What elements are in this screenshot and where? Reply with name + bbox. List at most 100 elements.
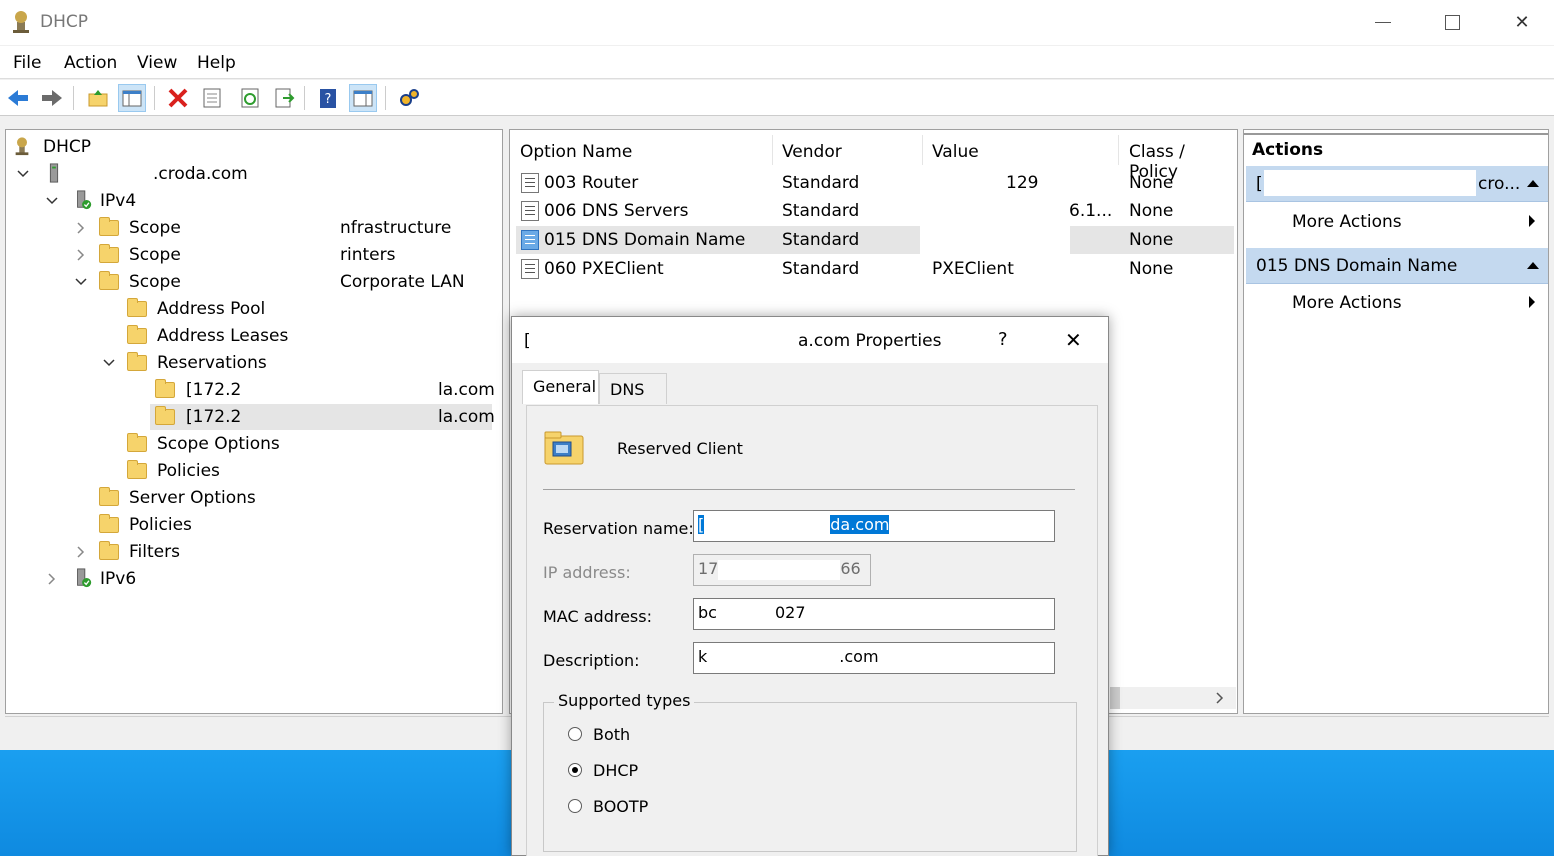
- maximize-button[interactable]: [1429, 0, 1475, 45]
- tree-item-server[interactable]: .croda.com: [6, 161, 502, 187]
- horizontal-scrollbar[interactable]: [1110, 687, 1236, 709]
- menu-action[interactable]: Action: [64, 53, 117, 73]
- chevron-down-icon[interactable]: [102, 356, 116, 370]
- description-input[interactable]: k .com: [693, 642, 1055, 674]
- dialog-help-button[interactable]: ?: [998, 329, 1008, 350]
- reservation-name-label: Reservation name:: [543, 519, 694, 538]
- tree-label: IPv6: [100, 569, 137, 589]
- show-hide-console-tree-button[interactable]: [118, 84, 146, 112]
- tree-item-dhcp[interactable]: DHCP: [6, 134, 502, 160]
- radio-bootp-label[interactable]: BOOTP: [593, 797, 648, 816]
- more-actions-2[interactable]: More Actions: [1292, 293, 1402, 313]
- reservation-client-icon: [155, 379, 175, 400]
- reservation-name-input[interactable]: [da.com: [693, 510, 1055, 542]
- policies-icon: [99, 514, 119, 535]
- scroll-right-icon[interactable]: [1214, 692, 1226, 704]
- minimize-button[interactable]: [1360, 0, 1406, 45]
- refresh-button[interactable]: [236, 84, 264, 112]
- tree-item-address-pool[interactable]: Address Pool: [6, 296, 502, 322]
- menu-file[interactable]: File: [13, 53, 41, 73]
- help-button[interactable]: ?: [314, 84, 342, 112]
- forward-button[interactable]: [38, 84, 66, 112]
- collapse-icon[interactable]: [1527, 180, 1539, 187]
- chevron-right-icon[interactable]: [74, 545, 88, 559]
- column-header-option-name[interactable]: Option Name: [520, 142, 632, 162]
- tree-item-scope-policies[interactable]: Policies: [6, 458, 502, 484]
- menu-view[interactable]: View: [137, 53, 177, 73]
- chevron-down-icon[interactable]: [16, 167, 30, 181]
- close-button[interactable]: ✕: [1499, 0, 1545, 45]
- back-button[interactable]: [4, 84, 32, 112]
- tree-item-scope-infrastructure[interactable]: Scope nfrastructure: [6, 215, 502, 241]
- radio-bootp[interactable]: [568, 799, 582, 813]
- general-tab-content: Reserved Client Reservation name: [da.co…: [526, 405, 1098, 856]
- tree-item-ipv4[interactable]: IPv4: [6, 188, 502, 214]
- cell-option-name: 060 PXEClient: [544, 259, 664, 279]
- folder-icon: [99, 271, 119, 292]
- list-row-003-router[interactable]: 003 Router Standard 129 None: [516, 169, 1234, 197]
- radio-dhcp[interactable]: [568, 763, 582, 777]
- list-row-006-dns-servers[interactable]: 006 DNS Servers Standard 6.1... None: [516, 197, 1234, 225]
- tree-item-address-leases[interactable]: Address Leases: [6, 323, 502, 349]
- tree-item-scope-printers[interactable]: Scope rinters: [6, 242, 502, 268]
- tree-label: [172.2: [186, 407, 242, 427]
- tab-general[interactable]: General: [522, 370, 599, 404]
- description-prefix: k: [698, 647, 708, 666]
- delete-x-icon: [168, 88, 188, 108]
- dialog-close-button[interactable]: ✕: [1065, 328, 1082, 352]
- chevron-down-icon[interactable]: [45, 194, 59, 208]
- cell-option-name: 003 Router: [544, 173, 639, 193]
- policies-icon: [127, 460, 147, 481]
- chevron-right-icon[interactable]: [74, 221, 88, 235]
- column-header-value[interactable]: Value: [932, 142, 979, 162]
- cell-option-name: 015 DNS Domain Name: [544, 230, 746, 250]
- collapse-icon[interactable]: [1527, 262, 1539, 269]
- actions-group-reservation[interactable]: [ cro...: [1246, 166, 1548, 202]
- option-icon: [521, 173, 539, 193]
- chevron-right-icon[interactable]: [74, 248, 88, 262]
- more-actions-1[interactable]: More Actions: [1292, 212, 1402, 232]
- tree-item-filters[interactable]: Filters: [6, 539, 502, 565]
- gears-icon: [400, 89, 419, 106]
- tree-item-scope-corporate-lan[interactable]: Scope Corporate LAN: [6, 269, 502, 295]
- server-options-icon: [99, 487, 119, 508]
- run-wizard-button[interactable]: [396, 84, 424, 112]
- tree-item-reservation-2[interactable]: [172.2 la.com: [6, 404, 502, 430]
- maximize-icon: [1444, 15, 1460, 30]
- tree-item-reservations[interactable]: Reservations: [6, 350, 502, 376]
- list-row-060-pxeclient[interactable]: 060 PXEClient Standard PXEClient None: [516, 255, 1234, 283]
- chevron-down-icon[interactable]: [74, 275, 88, 289]
- redacted-block: [1264, 170, 1476, 196]
- tree-item-server-options[interactable]: Server Options: [6, 485, 502, 511]
- mac-address-input[interactable]: bc 027: [693, 598, 1055, 630]
- export-list-button[interactable]: [270, 84, 298, 112]
- window-title: DHCP: [40, 12, 88, 32]
- column-header-vendor[interactable]: Vendor: [782, 142, 842, 162]
- reservations-icon: [127, 352, 147, 373]
- minimize-icon: [1375, 22, 1391, 23]
- up-one-level-button[interactable]: [84, 84, 112, 112]
- supported-types-label: Supported types: [554, 691, 695, 710]
- folder-up-icon: [88, 90, 108, 107]
- actions-group-015-dns-domain-name[interactable]: 015 DNS Domain Name: [1246, 248, 1548, 284]
- tree-item-ipv6[interactable]: IPv6: [6, 566, 502, 592]
- tree-item-reservation-1[interactable]: [172.2 la.com: [6, 377, 502, 403]
- show-hide-action-pane-button[interactable]: [349, 84, 377, 112]
- properties-button[interactable]: [198, 84, 226, 112]
- tree-item-policies[interactable]: Policies: [6, 512, 502, 538]
- mac-address-suffix: 027: [774, 603, 806, 622]
- cell-vendor: Standard: [782, 201, 860, 221]
- list-row-015-dns-domain-name[interactable]: 015 DNS Domain Name Standard None: [516, 226, 1234, 254]
- chevron-right-icon[interactable]: [45, 572, 59, 586]
- scrollbar-thumb[interactable]: [1110, 687, 1120, 709]
- tree-label-suffix: la.com: [438, 380, 495, 400]
- radio-dhcp-label[interactable]: DHCP: [593, 761, 638, 780]
- tree-label-desc: nfrastructure: [340, 218, 452, 238]
- tab-dns[interactable]: DNS: [599, 373, 667, 404]
- tree-item-scope-options[interactable]: Scope Options: [6, 431, 502, 457]
- radio-both-label[interactable]: Both: [593, 725, 630, 744]
- menu-help[interactable]: Help: [197, 53, 236, 73]
- radio-both[interactable]: [568, 727, 582, 741]
- reservation-name-value: da.com: [830, 515, 890, 534]
- delete-button[interactable]: [164, 84, 192, 112]
